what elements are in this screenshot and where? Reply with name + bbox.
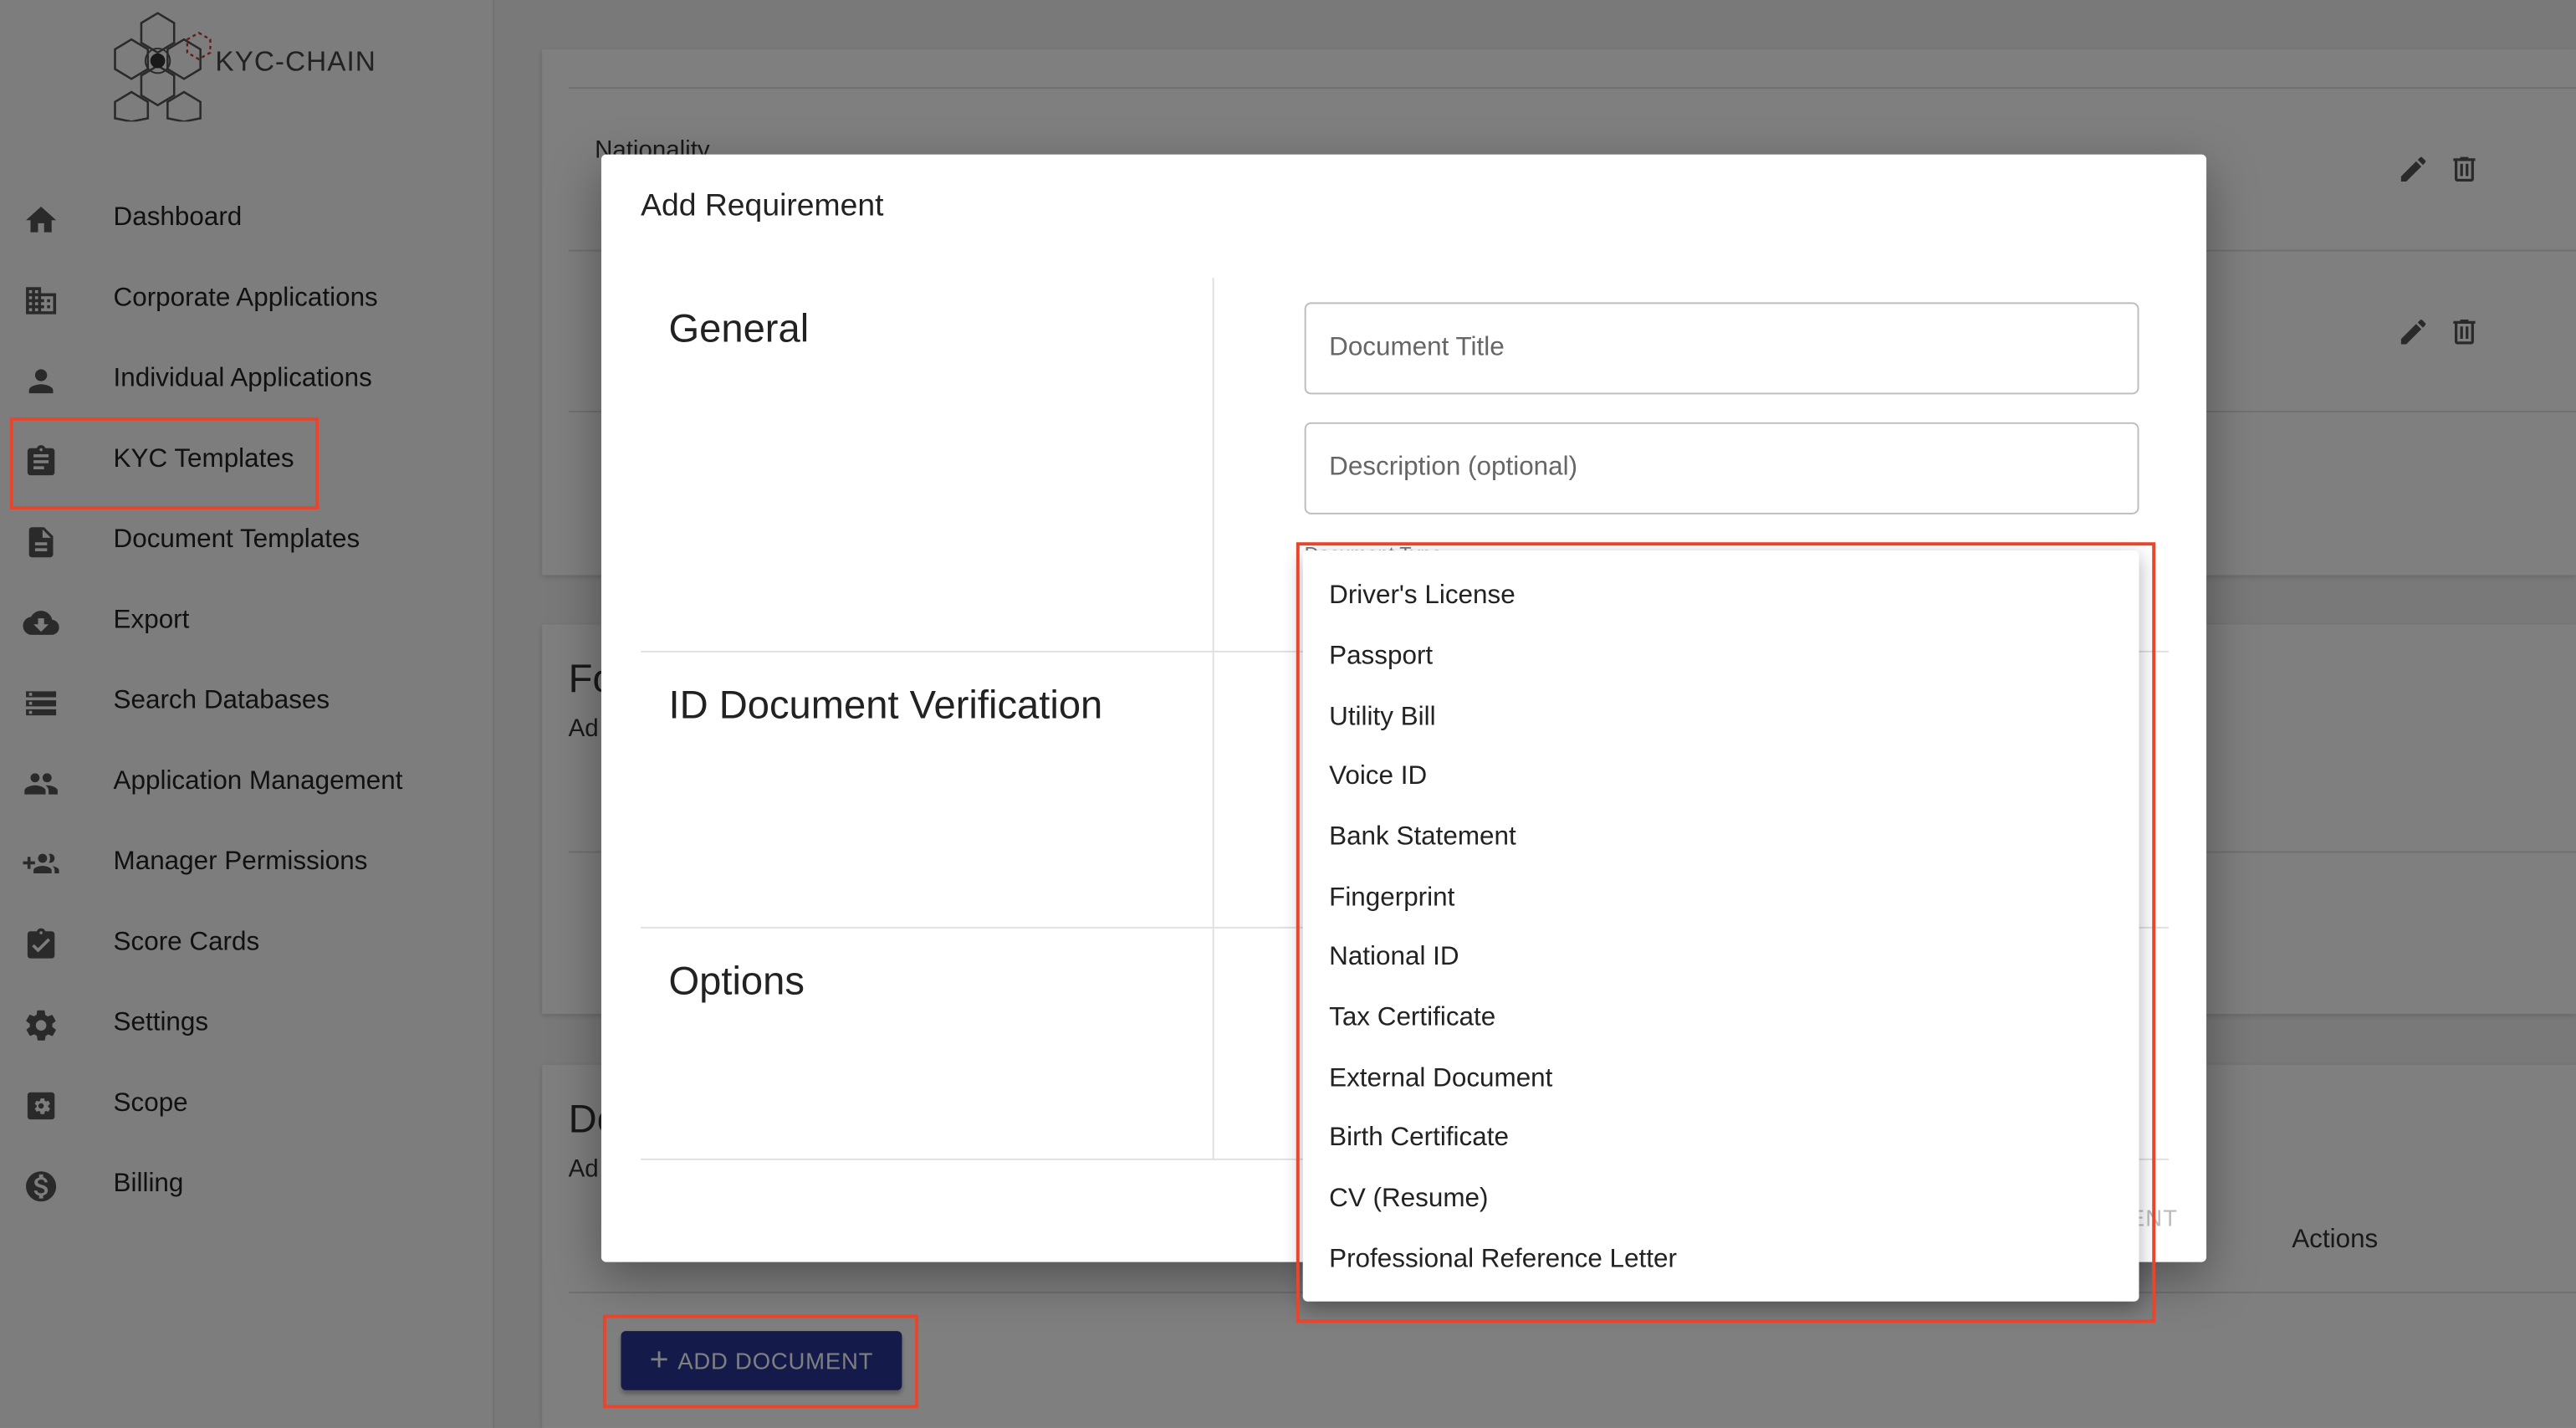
- option-professional-reference-letter[interactable]: Professional Reference Letter: [1329, 1246, 1677, 1275]
- option-drivers-license[interactable]: Driver's License: [1329, 581, 1515, 611]
- option-voice-id[interactable]: Voice ID: [1329, 762, 1427, 791]
- option-external-document[interactable]: External Document: [1329, 1065, 1552, 1094]
- option-bank-statement[interactable]: Bank Statement: [1329, 823, 1516, 852]
- option-passport[interactable]: Passport: [1329, 642, 1433, 672]
- description-field[interactable]: [1304, 422, 2139, 514]
- dialog-title: Add Requirement: [641, 188, 884, 224]
- option-cv-resume[interactable]: CV (Resume): [1329, 1185, 1488, 1214]
- document-type-dropdown[interactable]: Driver's License Passport Utility Bill V…: [1302, 550, 2139, 1302]
- description-input[interactable]: [1306, 423, 2138, 513]
- document-title-field[interactable]: [1304, 302, 2139, 395]
- option-utility-bill[interactable]: Utility Bill: [1329, 704, 1435, 733]
- section-general: General: [668, 307, 810, 352]
- option-national-id[interactable]: National ID: [1329, 944, 1459, 973]
- option-birth-certificate[interactable]: Birth Certificate: [1329, 1124, 1509, 1154]
- document-title-input[interactable]: [1306, 304, 2138, 393]
- option-fingerprint[interactable]: Fingerprint: [1329, 884, 1454, 914]
- option-tax-certificate[interactable]: Tax Certificate: [1329, 1004, 1495, 1033]
- divider: [1212, 277, 1214, 1160]
- section-options: Options: [668, 960, 805, 1005]
- section-id-document-verification: ID Document Verification: [668, 683, 1103, 729]
